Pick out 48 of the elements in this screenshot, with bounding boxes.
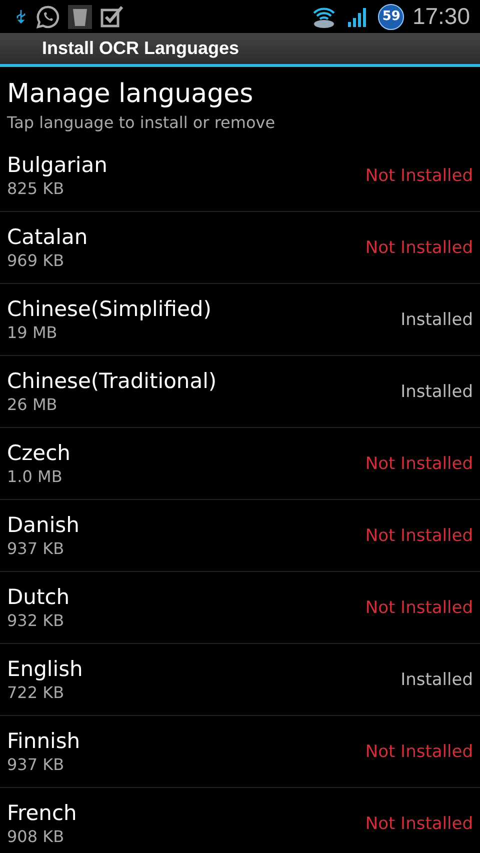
language-name: Czech — [7, 441, 70, 465]
install-status: Not Installed — [365, 742, 473, 762]
language-name: Finnish — [7, 729, 80, 753]
chat-bubble-icon — [36, 4, 60, 28]
language-size: 937 KB — [7, 755, 66, 774]
language-name: Catalan — [7, 225, 88, 249]
language-size: 969 KB — [7, 251, 66, 270]
language-item[interactable]: Dutch 932 KB Not Installed — [0, 572, 480, 644]
language-size: 932 KB — [7, 611, 66, 630]
language-size: 908 KB — [7, 827, 66, 846]
language-item[interactable]: Danish 937 KB Not Installed — [0, 500, 480, 572]
section-subtitle: Tap language to install or remove — [7, 113, 276, 132]
install-status: Not Installed — [365, 526, 473, 546]
language-item[interactable]: Chinese(Traditional) 26 MB Installed — [0, 356, 480, 428]
language-size: 1.0 MB — [7, 467, 64, 486]
cup-icon — [68, 4, 92, 28]
install-status: Not Installed — [365, 166, 473, 186]
language-name: Chinese(Simplified) — [7, 297, 212, 321]
language-name: English — [7, 657, 83, 681]
language-name: Dutch — [7, 585, 70, 609]
notification-badge: 59 — [378, 4, 404, 30]
language-item[interactable]: Finnish 937 KB Not Installed — [0, 716, 480, 788]
install-status: Not Installed — [365, 598, 473, 618]
language-item[interactable]: Bulgarian 825 KB Not Installed — [0, 140, 480, 212]
language-item[interactable]: Catalan 969 KB Not Installed — [0, 212, 480, 284]
language-size: 722 KB — [7, 683, 66, 702]
language-item[interactable]: English 722 KB Installed — [0, 644, 480, 716]
language-size: 19 MB — [7, 323, 58, 342]
language-size: 26 MB — [7, 395, 58, 414]
language-item[interactable]: Chinese(Simplified) 19 MB Installed — [0, 284, 480, 356]
install-status: Installed — [400, 670, 473, 690]
section-title: Manage languages — [7, 79, 254, 109]
language-item[interactable]: French 908 KB Not Installed — [0, 788, 480, 853]
language-size: 937 KB — [7, 539, 66, 558]
install-status: Not Installed — [365, 454, 473, 474]
install-status: Installed — [400, 382, 473, 402]
install-status: Not Installed — [365, 238, 473, 258]
language-name: Chinese(Traditional) — [7, 369, 217, 393]
checkbox-icon — [100, 4, 124, 28]
language-name: Danish — [7, 513, 80, 537]
clock-time: 17:30 — [412, 3, 470, 30]
language-name: French — [7, 801, 77, 825]
install-status: Installed — [400, 310, 473, 330]
language-name: Bulgarian — [7, 153, 108, 177]
language-item[interactable]: Czech 1.0 MB Not Installed — [0, 428, 480, 500]
action-bar-title: Install OCR Languages — [42, 38, 240, 59]
language-size: 825 KB — [7, 179, 66, 198]
install-status: Not Installed — [365, 814, 473, 834]
